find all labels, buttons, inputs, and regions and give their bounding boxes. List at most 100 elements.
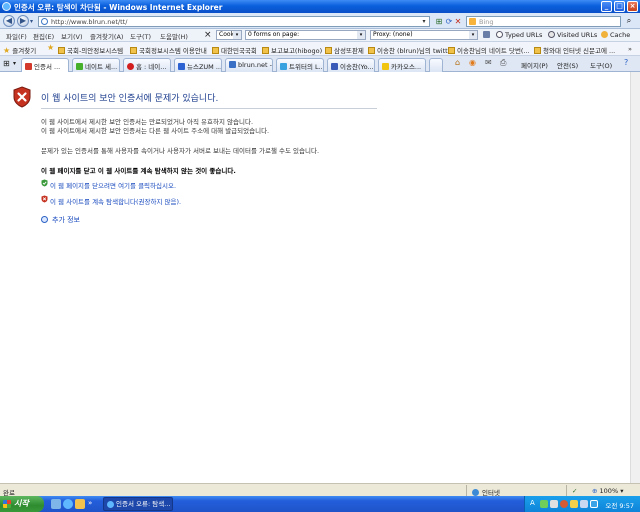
- title-divider: [41, 108, 377, 109]
- mail-icon[interactable]: ✉: [485, 58, 492, 67]
- tab-certificate-error[interactable]: 인증서 ...: [21, 58, 69, 73]
- safety-menu[interactable]: 안전(S): [557, 60, 578, 70]
- protected-mode-icon[interactable]: ✓: [572, 487, 577, 495]
- feeds-icon[interactable]: ◉: [469, 58, 476, 67]
- globe-icon: [472, 489, 479, 496]
- tab-favicon: [382, 63, 389, 70]
- favorite-item[interactable]: 이송찬 (blrun)님의 twitter: [368, 45, 454, 55]
- tab-blrun-net[interactable]: blrun.net -...: [225, 58, 273, 72]
- quick-launch-overflow-icon[interactable]: »: [88, 499, 92, 507]
- tray-app-icon[interactable]: [590, 500, 598, 508]
- favorite-item[interactable]: 국회-의안정보시스템: [58, 45, 123, 55]
- typed-urls-button[interactable]: Typed URLs: [496, 31, 542, 39]
- tab-twitter[interactable]: 트위터의 L...: [276, 58, 324, 72]
- menu-toolbar-row: 파일(F) 편집(E) 보기(V) 즐겨찾기(A) 도구(T) 도움말(H) ×…: [0, 29, 640, 42]
- home-icon[interactable]: ⌂: [455, 58, 460, 67]
- recent-pages-dropdown[interactable]: ▾: [30, 18, 33, 25]
- vertical-scrollbar[interactable]: [630, 72, 640, 483]
- menu-favorites[interactable]: 즐겨찾기(A): [90, 31, 123, 41]
- menu-edit[interactable]: 편집(E): [33, 31, 54, 41]
- address-url[interactable]: http://www.blrun.net/tt/: [51, 18, 127, 26]
- favorite-item[interactable]: 삼성또판제: [325, 45, 364, 55]
- back-button[interactable]: ◀: [3, 15, 15, 27]
- tray-app-icon[interactable]: [540, 500, 548, 508]
- folder-icon: [58, 47, 65, 54]
- zoom-level[interactable]: ⊕ 100% ▾: [592, 487, 623, 495]
- status-bar: 완료 인터넷 ✓ ⊕ 100% ▾: [0, 483, 640, 497]
- cache-icon: [601, 31, 608, 38]
- proxy-combo[interactable]: Proxy: (none) ▾: [370, 30, 478, 40]
- title-bar: 인증서 오류: 탐색이 차단됨 - Windows Internet Explo…: [0, 0, 640, 13]
- tab-facebook[interactable]: 이송찬(Yo...: [327, 58, 375, 72]
- favorite-item[interactable]: 대한민국국회: [212, 45, 257, 55]
- minimize-button[interactable]: _: [601, 1, 612, 12]
- expand-icon: [41, 216, 48, 223]
- print-icon[interactable]: ⎙: [500, 58, 506, 68]
- tray-app-icon[interactable]: [570, 500, 578, 508]
- forms-combo[interactable]: 0 forms on page: ▾: [245, 30, 366, 40]
- stop-button[interactable]: ✕: [453, 16, 463, 27]
- more-information-label: 추가 정보: [52, 216, 80, 224]
- favorite-item[interactable]: 보고보고(hibogo): [262, 45, 322, 55]
- favorite-item[interactable]: 국회정보시스템 이용안내: [130, 45, 207, 55]
- quick-tabs-icon[interactable]: ⊞: [3, 59, 10, 68]
- address-bar[interactable]: http://www.blrun.net/tt/ ▾: [38, 16, 430, 27]
- continue-to-site-link[interactable]: 이 웹 사이트를 계속 탐색합니다(권장하지 않음).: [50, 196, 181, 206]
- clock[interactable]: 오전 9:57: [605, 500, 634, 510]
- search-icon[interactable]: ⌕: [623, 16, 635, 27]
- chevron-down-icon: ▾: [357, 31, 365, 39]
- menu-view[interactable]: 보기(V): [61, 31, 82, 41]
- search-box[interactable]: Bing ⌕: [466, 16, 631, 27]
- network-icon[interactable]: [550, 500, 558, 508]
- cookie-combo[interactable]: Cookie ▾: [216, 30, 242, 40]
- book-icon: [483, 31, 490, 38]
- folder-icon[interactable]: [75, 499, 85, 509]
- show-desktop-icon[interactable]: [51, 499, 61, 509]
- visited-urls-button[interactable]: Visited URLs: [548, 31, 597, 39]
- start-button[interactable]: 시작: [0, 496, 44, 512]
- tab-label: 인증서 ...: [34, 63, 61, 71]
- tab-list-dropdown-icon[interactable]: ▾: [13, 60, 16, 67]
- favorites-overflow-icon[interactable]: »: [628, 45, 632, 53]
- favorites-label: 즐겨찾기: [12, 47, 37, 55]
- toolbar-close-icon[interactable]: ×: [204, 30, 212, 40]
- bing-icon: [469, 18, 476, 25]
- security-tray-icon[interactable]: [560, 500, 568, 508]
- tab-news-zum[interactable]: 뉴스ZUM ...: [174, 58, 222, 72]
- address-dropdown-icon[interactable]: ▾: [420, 17, 428, 26]
- menu-tools[interactable]: 도구(T): [130, 31, 151, 41]
- close-page-link[interactable]: 이 웹 페이지를 닫으려면 여기를 클릭하십시오.: [50, 180, 176, 190]
- ie-logo-icon: [2, 2, 11, 11]
- internet-explorer-icon[interactable]: [63, 499, 73, 509]
- tab-nate-search[interactable]: 네이트 세...: [72, 58, 120, 72]
- close-window-button[interactable]: ×: [627, 1, 638, 12]
- page-menu[interactable]: 페이지(P): [521, 60, 548, 70]
- clock-icon: [548, 31, 555, 38]
- error-recommendation: 이 웹 페이지를 닫고 이 웹 사이트를 계속 탐색하지 않는 것이 좋습니다.: [41, 167, 236, 175]
- forward-button[interactable]: ▶: [17, 15, 29, 27]
- language-indicator-icon[interactable]: A: [530, 499, 538, 507]
- compatibility-view-icon[interactable]: ⊞: [434, 16, 444, 27]
- volume-icon[interactable]: [580, 500, 588, 508]
- tab-kakao-story[interactable]: 카카오스...: [378, 58, 426, 72]
- tab-label: blrun.net -...: [238, 61, 272, 69]
- favorite-item[interactable]: 이송찬님의 네이트 닷번(...: [448, 45, 530, 55]
- tools-menu[interactable]: 도구(O): [590, 60, 612, 70]
- taskbar-ie-window[interactable]: 인증서 오류: 탐색...: [103, 497, 173, 511]
- folder-icon: [325, 47, 332, 54]
- toolbar-icon[interactable]: [483, 31, 492, 39]
- folder-icon: [212, 47, 219, 54]
- favorite-item[interactable]: 청와대 인터넷 신문고에 ...: [534, 45, 615, 55]
- maximize-button[interactable]: □: [614, 1, 625, 12]
- menu-file[interactable]: 파일(F): [6, 31, 27, 41]
- new-tab-button[interactable]: [429, 58, 443, 72]
- cache-button[interactable]: Cache: [601, 31, 630, 39]
- add-favorite-icon[interactable]: ★: [47, 43, 54, 52]
- taskbar: 시작 » 인증서 오류: 탐색... A 오전 9:57: [0, 496, 640, 512]
- more-information-toggle[interactable]: 추가 정보: [41, 215, 80, 225]
- help-icon[interactable]: ?: [624, 58, 628, 67]
- menu-help[interactable]: 도움말(H): [160, 31, 188, 41]
- favorites-button[interactable]: ★ 즐겨찾기: [3, 45, 36, 55]
- forms-combo-label: 0 forms on page:: [248, 31, 300, 38]
- tab-naver-home[interactable]: 홈 : 네이...: [123, 58, 171, 72]
